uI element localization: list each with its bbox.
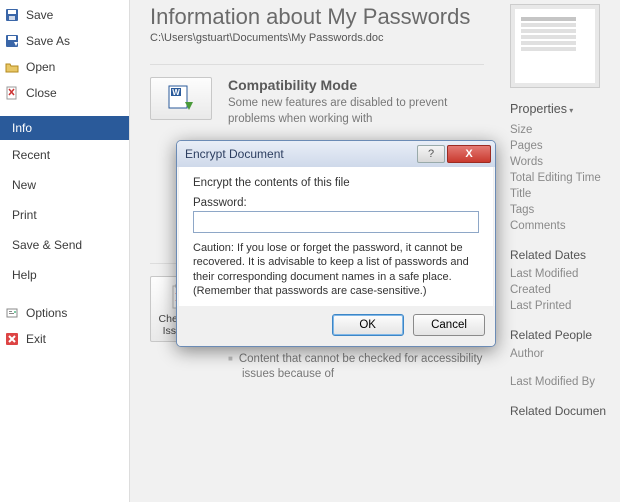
dialog-titlebar[interactable]: Encrypt Document ? X [177, 141, 495, 167]
save-label: Save [26, 8, 53, 22]
share-bullet-3: Content that cannot be checked for acces… [228, 352, 484, 383]
prop-tags: Tags [510, 202, 620, 218]
dialog-title: Encrypt Document [185, 147, 284, 161]
close-icon [4, 85, 20, 101]
compat-heading: Compatibility Mode [228, 77, 484, 93]
compat-text: Some new features are disabled to preven… [228, 96, 484, 127]
options-label: Options [26, 306, 67, 320]
convert-button[interactable]: W [150, 77, 212, 120]
open-label: Open [26, 60, 55, 74]
recent-tab[interactable]: Recent [0, 140, 129, 170]
related-documents-header: Related Documen [510, 404, 620, 418]
open-cmd[interactable]: Open [0, 54, 129, 80]
prop-words: Words [510, 154, 620, 170]
save-as-cmd[interactable]: Save As [0, 28, 129, 54]
prop-size: Size [510, 122, 620, 138]
prop-pages: Pages [510, 138, 620, 154]
password-input[interactable] [193, 211, 479, 233]
prop-last-printed: Last Printed [510, 298, 620, 314]
prop-comments: Comments [510, 218, 620, 234]
exit-label: Exit [26, 332, 46, 346]
prop-last-modified: Last Modified [510, 266, 620, 282]
save-as-label: Save As [26, 34, 70, 48]
properties-header[interactable]: Properties [510, 102, 620, 116]
open-icon [4, 59, 20, 75]
prop-last-modified-by: Last Modified By [510, 374, 620, 390]
document-path: C:\Users\gstuart\Documents\My Passwords.… [150, 32, 484, 44]
save-cmd[interactable]: Save [0, 2, 129, 28]
properties-panel: Properties Size Pages Words Total Editin… [500, 0, 620, 502]
save-icon [4, 7, 20, 23]
document-thumbnail[interactable] [510, 4, 600, 88]
new-tab[interactable]: New [0, 170, 129, 200]
print-tab[interactable]: Print [0, 200, 129, 230]
backstage-sidebar: Save Save As Open Close Info Recent New … [0, 0, 130, 502]
exit-icon [4, 331, 20, 347]
exit-cmd[interactable]: Exit [0, 326, 129, 352]
related-dates-header: Related Dates [510, 248, 620, 262]
prop-author: Author [510, 346, 620, 362]
close-label: Close [26, 86, 57, 100]
save-send-tab[interactable]: Save & Send [0, 230, 129, 260]
dialog-help-button[interactable]: ? [417, 145, 445, 163]
svg-text:W: W [172, 88, 180, 97]
prop-editing-time: Total Editing Time [510, 170, 620, 186]
related-people-header: Related People [510, 328, 620, 342]
dialog-caution: Caution: If you lose or forget the passw… [193, 241, 479, 298]
help-tab[interactable]: Help [0, 260, 129, 290]
prop-created: Created [510, 282, 620, 298]
options-cmd[interactable]: Options [0, 300, 129, 326]
info-label: Info [12, 121, 32, 135]
cancel-button[interactable]: Cancel [413, 314, 485, 336]
encrypt-document-dialog: Encrypt Document ? X Encrypt the content… [176, 140, 496, 347]
save-as-icon [4, 33, 20, 49]
options-icon [4, 305, 20, 321]
dialog-close-button[interactable]: X [447, 145, 491, 163]
prop-title: Title [510, 186, 620, 202]
password-label: Password: [193, 197, 479, 209]
compatibility-section: W Compatibility Mode Some new features a… [150, 64, 484, 143]
close-cmd[interactable]: Close [0, 80, 129, 106]
info-tab[interactable]: Info [0, 116, 129, 140]
word-convert-icon: W [167, 84, 195, 112]
dialog-intro: Encrypt the contents of this file [193, 177, 479, 189]
ok-button[interactable]: OK [332, 314, 404, 336]
page-title: Information about My Passwords [150, 4, 484, 30]
